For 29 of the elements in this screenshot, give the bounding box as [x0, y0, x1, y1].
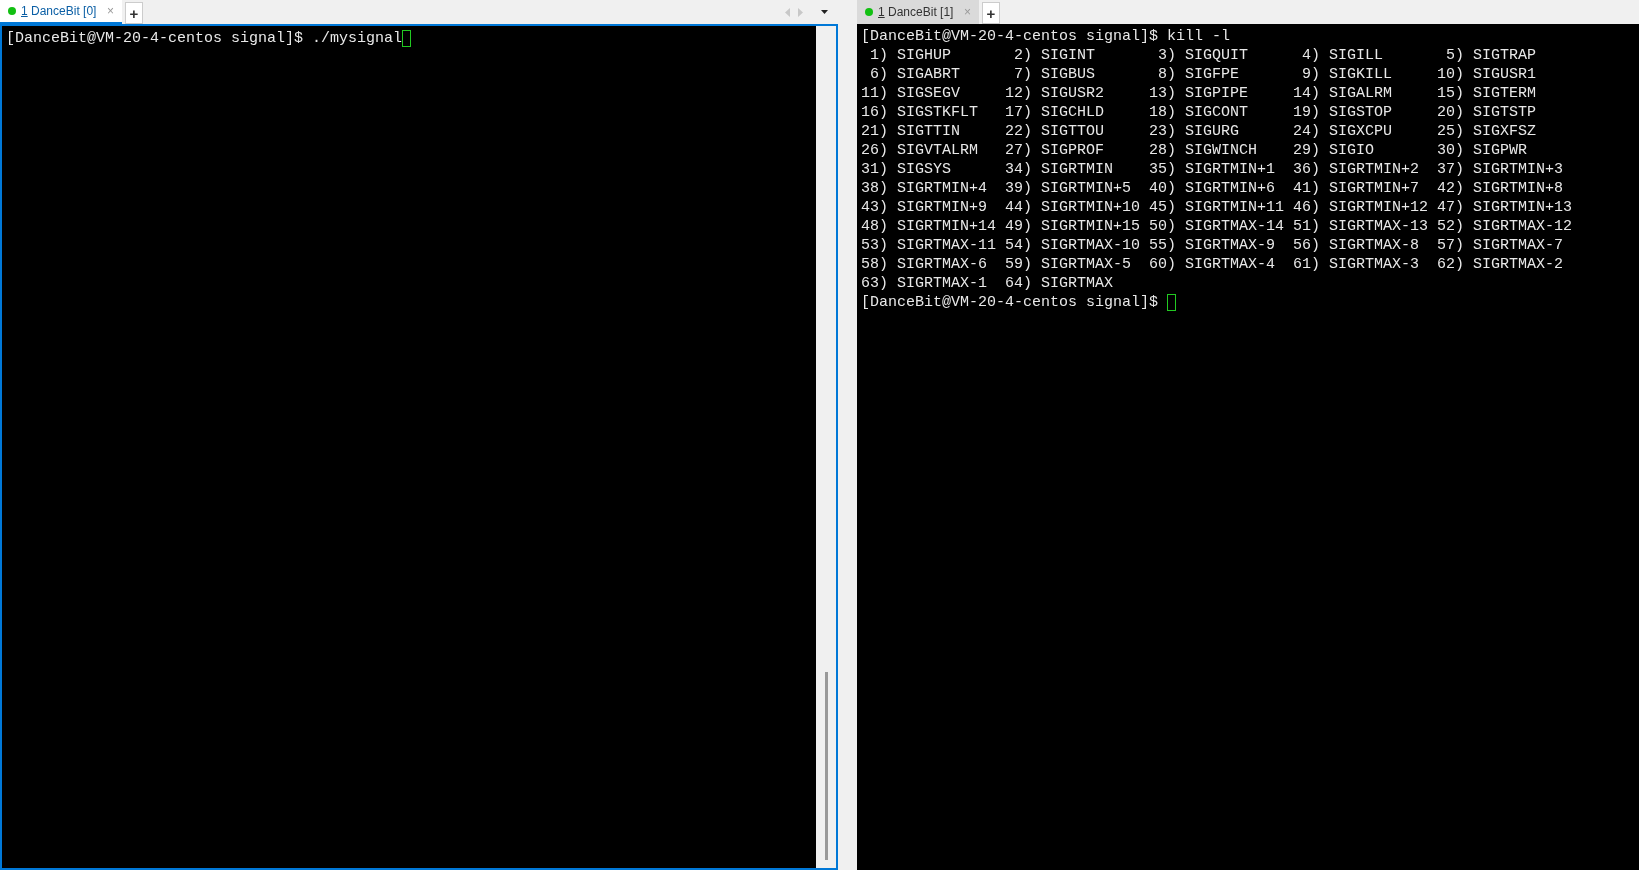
terminal-line: 58) SIGRTMAX-6 59) SIGRTMAX-5 60) SIGRTMAX-4 61) SIGRTMAX-3 62) SIGRTMAX-2 [861, 255, 1564, 274]
terminal-line: [DanceBit@VM-20-4-centos signal]$ ./mysignal [6, 29, 403, 48]
terminal-screen[interactable] [857, 24, 1639, 870]
terminal-line: [DanceBit@VM-20-4-centos signal]$ [861, 293, 1159, 312]
terminal-line: 48) SIGRTMIN+14 49) SIGRTMIN+15 50) SIGRTMAX-14 51) SIGRTMAX-13 52) SIGRTMAX-12 [861, 217, 1573, 236]
terminal-line: 53) SIGRTMAX-11 54) SIGRTMAX-10 55) SIGRTMAX-9 56) SIGRTMAX-8 57) SIGRTMAX-7 [861, 236, 1564, 255]
terminal-line: 1) SIGHUP 2) SIGINT 3) SIGQUIT 4) SIGILL 5) SIGTRAP [869, 46, 1537, 65]
tab-label: 1 DanceBit [0] [21, 3, 97, 20]
terminal-line: 11) SIGSEGV 12) SIGUSR2 13) SIGPIPE 14) SIGALRM 15) SIGTERM [861, 84, 1537, 103]
terminal-line: 31) SIGSYS 34) SIGRTMIN 35) SIGRTMIN+1 36) SIGRTMIN+2 37) SIGRTMIN+3 [861, 160, 1564, 179]
terminal-screen[interactable]: [DanceBit@VM-20-4-centos signal]$ ./mysignal [0, 24, 838, 870]
terminal-line: 63) SIGRTMAX-1 64) SIGRTMAX [861, 274, 1114, 293]
scrollbar-thumb[interactable] [824, 672, 828, 860]
terminal-line: 43) SIGRTMIN+9 44) SIGRTMIN+10 45) SIGRTMIN+11 46) SIGRTMIN+12 47) SIGRTMIN+13 [861, 198, 1573, 217]
new-tab-button[interactable]: + [125, 2, 143, 24]
terminal-tab[interactable]: 1 DanceBit [1] × [857, 0, 979, 24]
new-tab-button[interactable]: + [982, 2, 1000, 24]
terminal-line: 26) SIGVTALRM 27) SIGPROF 28) SIGWINCH 29) SIGIO 30) SIGPWR [861, 141, 1528, 160]
terminal-line: 6) SIGABRT 7) SIGBUS 8) SIGFPE 9) SIGKILL 10) SIGUSR1 [869, 65, 1537, 84]
terminal-tab[interactable]: 1 DanceBit [0] × [0, 0, 122, 24]
terminal-line: 21) SIGTTIN 22) SIGTTOU 23) SIGURG 24) SIGXCPU 25) SIGXFSZ [861, 122, 1537, 141]
right-arrow-icon[interactable] [797, 7, 803, 17]
left-arrow-icon[interactable] [785, 7, 791, 17]
tab-label: 1 DanceBit [1] [878, 4, 954, 21]
terminal-line: 38) SIGRTMIN+4 39) SIGRTMIN+5 40) SIGRTMIN+6 41) SIGRTMIN+7 42) SIGRTMIN+8 [861, 179, 1564, 198]
terminal-line: [DanceBit@VM-20-4-centos signal]$ kill -l [861, 27, 1231, 46]
dropdown-caret-icon[interactable] [821, 10, 828, 14]
terminal-line: 16) SIGSTKFLT 17) SIGCHLD 18) SIGCONT 19) SIGSTOP 20) SIGTSTP [861, 103, 1537, 122]
scrollbar[interactable] [816, 26, 836, 868]
